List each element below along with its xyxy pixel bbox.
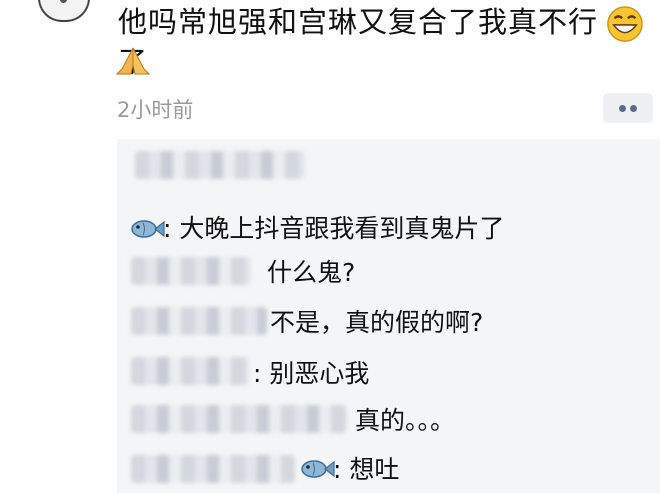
folded-hands-icon (116, 47, 150, 75)
moments-post-screen: 他吗常旭强和宫琳又复合了我真不行了 2小时前 : 大晚上抖音跟我看到真鬼片了 什… (0, 0, 660, 493)
blurred-sender-name (131, 405, 347, 433)
more-actions-button[interactable] (603, 93, 653, 123)
shared-chat-screenshot[interactable]: : 大晚上抖音跟我看到真鬼片了 什么鬼? 不是，真的假的啊? : 别恶心我 真的… (117, 139, 660, 493)
more-dots-icon (630, 105, 637, 112)
chat-message: 什么鬼? (267, 258, 356, 287)
blurred-sender-name (131, 257, 251, 285)
blurred-sender-name (131, 455, 295, 483)
grinning-face-icon (607, 6, 643, 42)
blurred-sender-name (131, 357, 249, 385)
post-text: 他吗常旭强和宫琳又复合了我真不行了 (118, 5, 599, 79)
fish-icon (301, 460, 335, 478)
chat-message: 真的。。。 (355, 406, 456, 435)
chat-message: : 别恶心我 (253, 359, 370, 388)
chat-message: : 大晚上抖音跟我看到真鬼片了 (163, 214, 505, 243)
fish-icon (131, 220, 165, 238)
chat-message: 不是，真的假的啊? (270, 308, 484, 337)
more-dots-icon (619, 105, 626, 112)
avatar-detail (60, 0, 67, 3)
blurred-sender-name (131, 307, 267, 335)
chat-message: : 想吐 (333, 455, 400, 484)
post-timestamp: 2小时前 (117, 98, 194, 122)
avatar[interactable] (38, 0, 90, 22)
blurred-chat-title (135, 151, 305, 179)
